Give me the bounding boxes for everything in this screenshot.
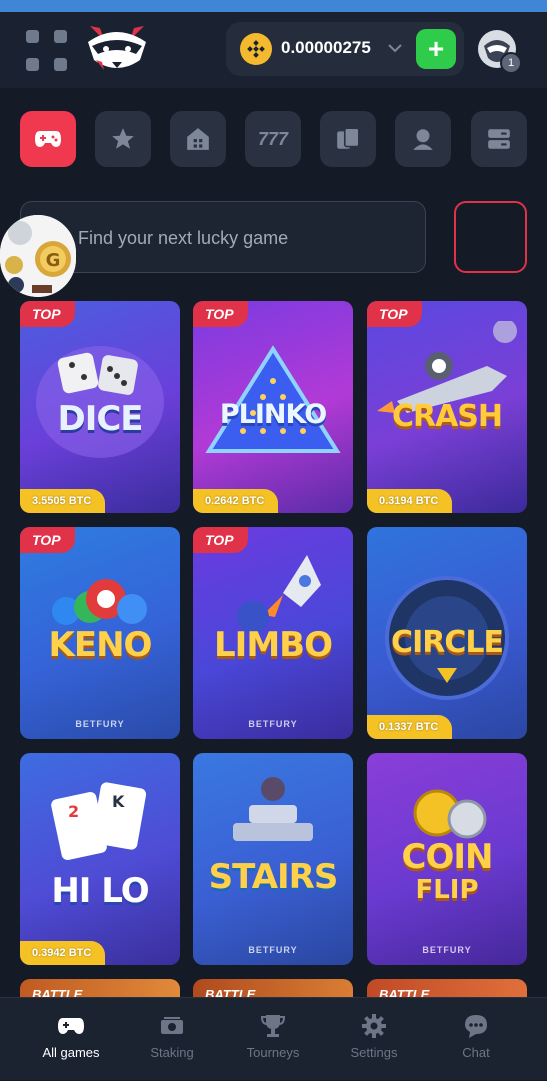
- game-title: CRASH: [391, 399, 503, 434]
- game-card-crash[interactable]: CRASH TOP 0.3194 BTC: [367, 301, 527, 513]
- search-field[interactable]: Find your next lucky game: [20, 201, 426, 273]
- nav-settings[interactable]: Settings: [324, 998, 424, 1081]
- game-card-limbo[interactable]: LIMBO TOP BETFURY: [193, 527, 353, 739]
- brand-label: BETFURY: [422, 945, 472, 955]
- category-favorites[interactable]: [95, 111, 151, 167]
- server-icon: [488, 129, 510, 149]
- coins-icon: [413, 789, 487, 839]
- category-slots[interactable]: 777: [245, 111, 301, 167]
- jackpot-badge: 0.3194 BTC: [367, 489, 453, 513]
- nav-label: All games: [42, 1045, 100, 1060]
- nav-all-games[interactable]: All games: [21, 998, 121, 1081]
- game-title: HI LO: [51, 871, 149, 911]
- brand-label: BETFURY: [75, 719, 125, 729]
- money-icon: [161, 1017, 183, 1034]
- house-icon: [187, 128, 209, 150]
- notification-badge: 1: [500, 52, 522, 74]
- chevron-down-icon[interactable]: [386, 39, 404, 57]
- status-strip: [0, 0, 547, 12]
- add-funds-label: +: [427, 33, 445, 64]
- svg-text:K: K: [112, 792, 125, 811]
- brand-label: BETFURY: [248, 945, 298, 955]
- trophy-icon: [261, 1015, 285, 1037]
- svg-text:2: 2: [68, 802, 79, 821]
- nav-label: Staking: [150, 1045, 194, 1060]
- game-card-hilo[interactable]: 2 K HI LO 0.3942 BTC: [20, 753, 180, 965]
- game-title: CIRCLE: [391, 625, 504, 660]
- filter-button[interactable]: [454, 201, 527, 273]
- balance-value: 0.00000275: [281, 38, 371, 57]
- lottery-balls-icon: [52, 579, 147, 625]
- category-live-dealer[interactable]: [395, 111, 451, 167]
- game-card-circle[interactable]: CIRCLE 0.1337 BTC: [367, 527, 527, 739]
- promo-collage-icon: G: [0, 215, 76, 297]
- nav-tourneys[interactable]: Tourneys: [223, 998, 323, 1081]
- game-title: LIMBO: [214, 625, 333, 665]
- floating-widget[interactable]: G: [0, 215, 76, 297]
- top-badge: TOP: [20, 527, 75, 553]
- star-icon: [112, 128, 134, 149]
- nav-chat[interactable]: Chat: [426, 998, 526, 1081]
- dice-art-icon: [36, 346, 164, 458]
- live-dealer-icon: [413, 129, 433, 150]
- bnb-coin-icon: [240, 33, 272, 65]
- game-title: PLINKO: [219, 399, 327, 430]
- category-cards[interactable]: [320, 111, 376, 167]
- search-placeholder: Find your next lucky game: [78, 228, 289, 248]
- app-header: 0.00000275 + 1: [0, 12, 547, 88]
- gamepad-icon: [58, 1018, 84, 1034]
- category-house[interactable]: [170, 111, 226, 167]
- raccoon-logo-icon[interactable]: [82, 20, 152, 78]
- game-title: COIN: [401, 837, 494, 877]
- category-bar: 777: [20, 111, 527, 167]
- jackpot-badge: 0.2642 BTC: [193, 489, 279, 513]
- svg-text:G: G: [46, 250, 61, 271]
- gamepad-icon: [35, 131, 61, 147]
- bottom-navigation: All games Staking Tourneys Settings Chat: [0, 997, 547, 1080]
- game-card-stairs[interactable]: STAIRS BETFURY: [193, 753, 353, 965]
- gear-icon: [362, 1014, 386, 1038]
- category-all-games[interactable]: [20, 111, 76, 167]
- game-card-keno[interactable]: KENO TOP BETFURY: [20, 527, 180, 739]
- game-card-coinflip[interactable]: COIN FLIP BETFURY: [367, 753, 527, 965]
- top-badge: TOP: [20, 301, 75, 327]
- nav-staking[interactable]: Staking: [122, 998, 222, 1081]
- jackpot-badge: 0.1337 BTC: [367, 715, 453, 739]
- game-subtitle: FLIP: [415, 875, 479, 905]
- add-funds-button[interactable]: +: [416, 29, 456, 69]
- chat-icon: [465, 1015, 487, 1038]
- nav-label: Tourneys: [246, 1045, 300, 1060]
- top-badge: TOP: [367, 301, 422, 327]
- game-title: DICE: [57, 399, 143, 439]
- slots-777-icon: 777: [257, 128, 289, 149]
- jackpot-badge: 0.3942 BTC: [20, 941, 106, 965]
- menu-grid-icon[interactable]: [26, 30, 68, 72]
- jackpot-badge: 3.5505 BTC: [20, 489, 106, 513]
- nav-label: Chat: [462, 1045, 490, 1060]
- cards-icon: [337, 127, 360, 149]
- stairs-raccoon-icon: [233, 777, 313, 841]
- top-badge: TOP: [193, 527, 248, 553]
- category-other[interactable]: [471, 111, 527, 167]
- game-title: KENO: [48, 625, 153, 665]
- balance-pill[interactable]: 0.00000275 +: [226, 22, 464, 76]
- top-badge: TOP: [193, 301, 248, 327]
- nav-label: Settings: [350, 1045, 398, 1060]
- game-card-plinko[interactable]: PLINKO TOP 0.2642 BTC: [193, 301, 353, 513]
- game-card-dice[interactable]: DICE TOP 3.5505 BTC: [20, 301, 180, 513]
- brand-label: BETFURY: [248, 719, 298, 729]
- game-title: STAIRS: [208, 857, 339, 897]
- playing-cards-icon: 2 K: [51, 782, 147, 860]
